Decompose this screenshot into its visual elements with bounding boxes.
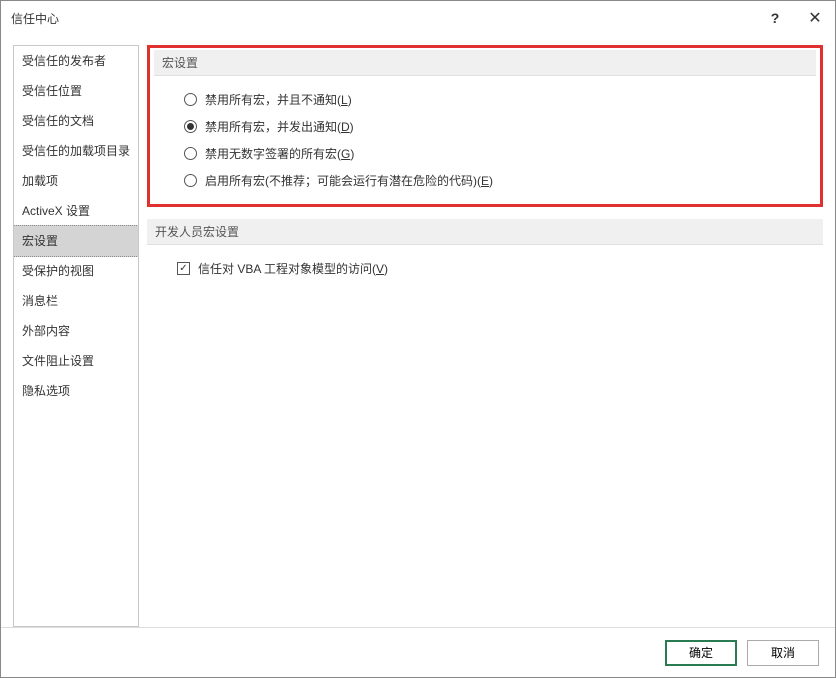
sidebar-item-4[interactable]: 加载项 bbox=[14, 166, 138, 196]
sidebar-item-8[interactable]: 消息栏 bbox=[14, 286, 138, 316]
sidebar-item-10[interactable]: 文件阻止设置 bbox=[14, 346, 138, 376]
titlebar-controls: ? ✕ bbox=[755, 1, 835, 35]
macro-option-3[interactable]: 启用所有宏(不推荐；可能会运行有潜在危险的代码)(E) bbox=[184, 167, 816, 194]
macro-option-0[interactable]: 禁用所有宏，并且不通知(L) bbox=[184, 86, 816, 113]
sidebar-item-1[interactable]: 受信任位置 bbox=[14, 76, 138, 106]
macro-option-label-0: 禁用所有宏，并且不通知(L) bbox=[205, 91, 352, 108]
dialog-title: 信任中心 bbox=[11, 10, 59, 27]
help-button[interactable]: ? bbox=[755, 1, 795, 35]
ok-button[interactable]: 确定 bbox=[665, 640, 737, 666]
macro-radio-2[interactable] bbox=[184, 147, 197, 160]
sidebar-item-7[interactable]: 受保护的视图 bbox=[14, 256, 138, 286]
macro-settings-highlight: 宏设置 禁用所有宏，并且不通知(L) 禁用所有宏，并发出通知(D) 禁用无数字签署的… bbox=[147, 45, 823, 207]
sidebar-item-0[interactable]: 受信任的发布者 bbox=[14, 46, 138, 76]
macro-option-2[interactable]: 禁用无数字签署的所有宏(G) bbox=[184, 140, 816, 167]
macro-option-label-2: 禁用无数字签署的所有宏(G) bbox=[205, 145, 354, 162]
sidebar-item-6[interactable]: 宏设置 bbox=[13, 225, 139, 257]
macro-radio-0[interactable] bbox=[184, 93, 197, 106]
dialog-footer: 确定 取消 bbox=[1, 627, 835, 677]
macro-option-1[interactable]: 禁用所有宏，并发出通知(D) bbox=[184, 113, 816, 140]
titlebar: 信任中心 ? ✕ bbox=[1, 1, 835, 35]
cancel-button[interactable]: 取消 bbox=[747, 640, 819, 666]
content-area: 受信任的发布者受信任位置受信任的文档受信任的加载项目录加载项ActiveX 设置… bbox=[1, 35, 835, 627]
trust-vba-label: 信任对 VBA 工程对象模型的访问(V) bbox=[198, 260, 388, 277]
macro-options-group: 禁用所有宏，并且不通知(L) 禁用所有宏，并发出通知(D) 禁用无数字签署的所有宏(… bbox=[154, 76, 816, 194]
trust-vba-checkbox[interactable] bbox=[177, 262, 190, 275]
sidebar-item-2[interactable]: 受信任的文档 bbox=[14, 106, 138, 136]
developer-macro-body: 信任对 VBA 工程对象模型的访问(V) bbox=[147, 245, 823, 282]
developer-macro-section: 开发人员宏设置 信任对 VBA 工程对象模型的访问(V) bbox=[147, 219, 823, 282]
macro-radio-3[interactable] bbox=[184, 174, 197, 187]
macro-option-label-3: 启用所有宏(不推荐；可能会运行有潜在危险的代码)(E) bbox=[205, 172, 493, 189]
close-button[interactable]: ✕ bbox=[795, 1, 835, 35]
sidebar-item-11[interactable]: 隐私选项 bbox=[14, 376, 138, 406]
macro-option-label-1: 禁用所有宏，并发出通知(D) bbox=[205, 118, 354, 135]
sidebar-item-9[interactable]: 外部内容 bbox=[14, 316, 138, 346]
macro-radio-1[interactable] bbox=[184, 120, 197, 133]
trust-center-dialog: 信任中心 ? ✕ 受信任的发布者受信任位置受信任的文档受信任的加载项目录加载项A… bbox=[0, 0, 836, 678]
main-panel: 宏设置 禁用所有宏，并且不通知(L) 禁用所有宏，并发出通知(D) 禁用无数字签署的… bbox=[147, 45, 823, 627]
trust-vba-checkbox-row[interactable]: 信任对 VBA 工程对象模型的访问(V) bbox=[177, 255, 823, 282]
sidebar-item-5[interactable]: ActiveX 设置 bbox=[14, 196, 138, 226]
sidebar: 受信任的发布者受信任位置受信任的文档受信任的加载项目录加载项ActiveX 设置… bbox=[13, 45, 139, 627]
sidebar-item-3[interactable]: 受信任的加载项目录 bbox=[14, 136, 138, 166]
macro-settings-header: 宏设置 bbox=[154, 50, 816, 76]
developer-macro-header: 开发人员宏设置 bbox=[147, 219, 823, 245]
